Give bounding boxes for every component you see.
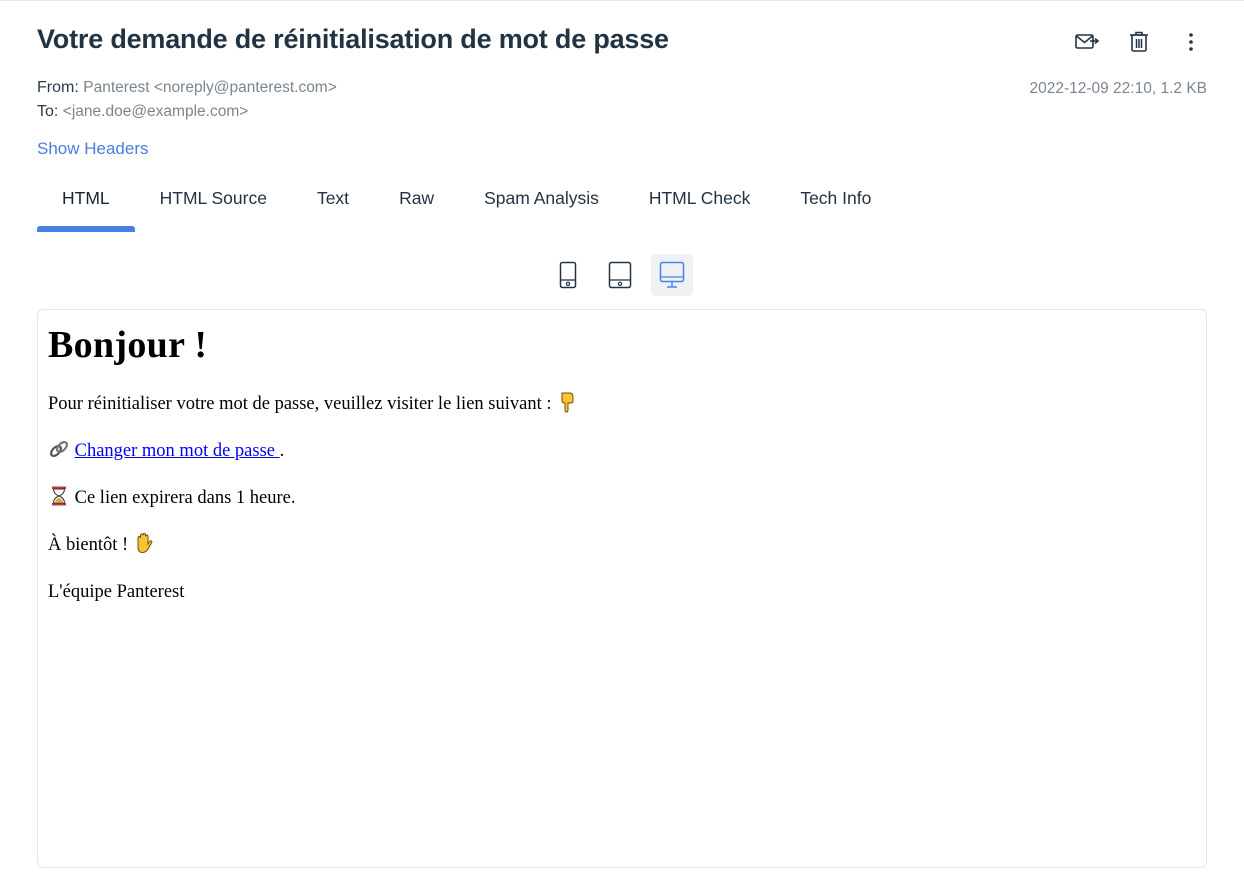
more-button[interactable] — [1175, 28, 1207, 56]
to-row: To: <jane.doe@example.com> — [37, 103, 248, 121]
link-suffix: . — [279, 441, 285, 461]
tab-html[interactable]: HTML — [37, 180, 135, 232]
body-line-link: Changer mon mot de passe . — [48, 438, 1196, 465]
pointing-down-emoji-icon — [561, 392, 574, 413]
date-size-info: 2022-12-09 22:10, 1.2 KB — [1029, 80, 1207, 97]
to-value: <jane.doe@example.com> — [62, 103, 249, 120]
hourglass-emoji-icon — [52, 486, 66, 506]
view-tabs: HTML HTML Source Text Raw Spam Analysis … — [37, 180, 896, 232]
signature: L'équipe Panterest — [48, 582, 185, 602]
from-row: From: Panterest <noreply@panterest.com> — [37, 79, 337, 97]
device-preview-switcher — [547, 254, 693, 296]
email-actions — [1071, 28, 1207, 56]
forward-mail-icon — [1075, 34, 1100, 49]
greeting-heading: Bonjour ! — [48, 324, 208, 366]
tab-raw[interactable]: Raw — [374, 180, 459, 230]
email-body: Bonjour ! Pour réinitialiser votre mot d… — [38, 310, 1206, 636]
tablet-icon — [608, 261, 632, 289]
email-subject: Votre demande de réinitialisation de mot… — [37, 24, 669, 54]
from-value: Panterest <noreply@panterest.com> — [83, 79, 337, 96]
trash-icon — [1130, 31, 1148, 52]
body-line-reset: Pour réinitialiser votre mot de passe, v… — [48, 391, 1196, 418]
top-divider — [0, 0, 1244, 1]
tab-spam-analysis[interactable]: Spam Analysis — [459, 180, 624, 230]
to-label: To: — [37, 103, 59, 120]
tab-text[interactable]: Text — [292, 180, 374, 230]
body-line-expire: Ce lien expirera dans 1 heure. — [48, 485, 1196, 512]
tab-html-source[interactable]: HTML Source — [135, 180, 292, 230]
more-vertical-icon — [1189, 33, 1193, 51]
tab-html-check[interactable]: HTML Check — [624, 180, 775, 230]
forward-button[interactable] — [1071, 28, 1103, 56]
body-line-bye: À bientôt ! — [48, 532, 1196, 559]
reset-instruction-text: Pour réinitialiser votre mot de passe, v… — [48, 394, 552, 414]
tablet-view-button[interactable] — [599, 254, 641, 296]
tab-tech-info[interactable]: Tech Info — [775, 180, 896, 230]
expiry-text: Ce lien expirera dans 1 heure. — [74, 488, 296, 508]
farewell-text: À bientôt ! — [48, 535, 129, 555]
from-label: From: — [37, 79, 79, 96]
mobile-icon — [559, 261, 577, 289]
mobile-view-button[interactable] — [547, 254, 589, 296]
waving-hand-emoji-icon — [137, 532, 153, 554]
show-headers-link[interactable]: Show Headers — [37, 139, 149, 159]
link-emoji-icon — [49, 440, 69, 458]
reset-password-link[interactable]: Changer mon mot de passe — [75, 441, 280, 461]
delete-button[interactable] — [1123, 28, 1155, 56]
desktop-view-button[interactable] — [651, 254, 693, 296]
desktop-icon — [659, 261, 685, 288]
email-preview-frame: Bonjour ! Pour réinitialiser votre mot d… — [37, 309, 1207, 868]
